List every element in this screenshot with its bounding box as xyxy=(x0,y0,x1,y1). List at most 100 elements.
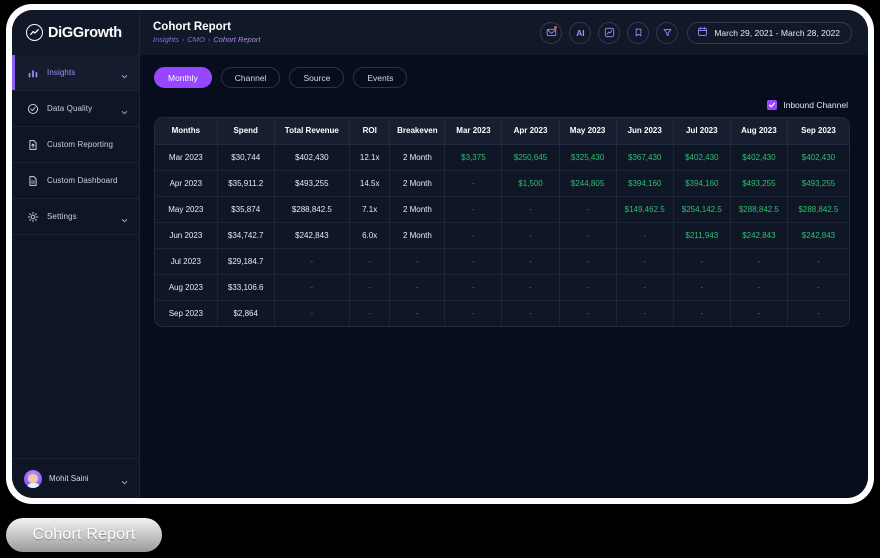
table-row: Sep 2023 $2,864- - - - - - - - - - xyxy=(155,300,849,326)
table-cell: $367,430 xyxy=(616,144,674,171)
table-cell: $402,430 xyxy=(274,144,350,171)
table-cell: - xyxy=(389,300,446,326)
table-header-row: Months Spend Total Revenue ROI Breakeven Mar … xyxy=(155,118,849,145)
table-cell: $33,106.6 xyxy=(217,274,275,301)
table-cell: Aug 2023 xyxy=(155,274,218,301)
sidebar-item-custom-reporting[interactable]: Custom Reporting xyxy=(12,127,139,163)
table-cell: $242,843 xyxy=(730,222,788,249)
table-row: Jun 2023 $34,742.7 $242,843 6.0x 2 Month - - - -… xyxy=(155,222,849,249)
tab-channel[interactable]: Channel xyxy=(220,67,281,88)
sidebar-item-settings[interactable]: Settings xyxy=(12,199,139,235)
table-cell: - xyxy=(673,300,731,326)
table-cell: - xyxy=(349,248,391,275)
table-cell: - xyxy=(730,300,788,326)
table-cell: Mar 2023 xyxy=(155,144,218,171)
table-cell: 6.0x xyxy=(349,222,391,249)
table-cell: $493,255 xyxy=(787,170,849,197)
app-window: DiGGrowth Cohort Report Insights › CMO ›… xyxy=(12,10,868,498)
table-cell: - xyxy=(616,222,674,249)
cohort-table: Months Spend Total Revenue ROI Breakeven Mar … xyxy=(155,118,849,326)
ai-icon-button[interactable]: AI xyxy=(569,21,592,44)
filter-icon-button[interactable] xyxy=(656,21,679,44)
breadcrumb-item-cohort-report: Cohort Report xyxy=(213,34,261,44)
table-cell: $402,430 xyxy=(787,144,849,171)
tab-source[interactable]: Source xyxy=(289,67,345,88)
bookmark-icon-button[interactable] xyxy=(627,21,650,44)
table-cell: - xyxy=(444,248,503,275)
brand-logo[interactable]: DiGGrowth xyxy=(12,10,140,55)
sidebar-item-insights[interactable]: Insights xyxy=(12,55,139,91)
user-profile[interactable]: Mohit Saini xyxy=(12,458,139,498)
table-cell: - xyxy=(389,248,446,275)
table-cell: $34,742.7 xyxy=(217,222,275,249)
tab-monthly[interactable]: Monthly xyxy=(154,67,212,88)
tab-events[interactable]: Events xyxy=(353,67,408,88)
table-cell: Apr 2023 xyxy=(155,170,218,197)
table-cell: Jun 2023 xyxy=(155,222,218,249)
table-cell: $35,874 xyxy=(217,196,275,223)
table-cell: Jul 2023 xyxy=(155,248,218,275)
checkbox-icon[interactable] xyxy=(767,100,778,110)
table-cell: - xyxy=(616,248,674,275)
chevron-down-icon xyxy=(120,212,129,223)
table-cell: $250,645 xyxy=(501,144,560,171)
app-window-shell: DiGGrowth Cohort Report Insights › CMO ›… xyxy=(6,4,874,504)
sidebar-item-custom-dashboard[interactable]: Custom Dashboard xyxy=(12,163,139,199)
table-row: May 2023 $35,874 $288,842.5 7.1x 2 Month - - - $… xyxy=(155,196,849,223)
breadcrumb-item-insights[interactable]: Insights xyxy=(153,34,179,46)
table-column-header: Jun 2023 xyxy=(616,118,674,145)
table-cell: - xyxy=(501,300,560,326)
sidebar-item-data-quality[interactable]: Data Quality xyxy=(12,91,139,127)
notification-badge-dot xyxy=(554,25,558,29)
bar-chart-icon xyxy=(26,66,39,79)
inbound-channel-toggle[interactable]: Inbound Channel xyxy=(767,100,848,110)
trend-chart-icon-button[interactable] xyxy=(598,21,621,44)
tab-label: Channel xyxy=(234,72,267,83)
table-cell: - xyxy=(559,300,617,326)
table-column-header: May 2023 xyxy=(559,118,617,145)
breadcrumb-item-cmo[interactable]: CMO xyxy=(187,34,205,46)
tab-label: Events xyxy=(367,72,394,83)
table-cell: - xyxy=(501,248,560,275)
table-column-header: Aug 2023 xyxy=(730,118,788,145)
brand-name: DiGGrowth xyxy=(48,24,122,41)
view-tabs: Monthly Channel Source Events xyxy=(154,67,850,88)
sidebar-item-label: Settings xyxy=(47,212,77,221)
table-column-header: ROI xyxy=(349,118,391,145)
table-cell: - xyxy=(787,300,849,326)
table-cell: $211,943 xyxy=(673,222,731,249)
file-upload-icon xyxy=(26,138,39,151)
table-cell: - xyxy=(673,274,731,301)
table-cell: - xyxy=(730,274,788,301)
table-cell: 2 Month xyxy=(389,222,446,249)
legend-row: Inbound Channel xyxy=(154,100,850,110)
table-cell: - xyxy=(616,274,674,301)
table-cell: - xyxy=(559,274,617,301)
table-cell: $288,842.5 xyxy=(787,196,849,223)
file-icon xyxy=(26,174,39,187)
breadcrumb: Insights › CMO › Cohort Report xyxy=(153,34,540,46)
user-name: Mohit Saini xyxy=(49,474,89,483)
date-range-picker[interactable]: March 29, 2021 - March 28, 2022 xyxy=(687,21,852,44)
table-row: Jul 2023 $29,184.7- - - - - - - - - - xyxy=(155,248,849,275)
sidebar-item-label: Custom Dashboard xyxy=(47,176,118,185)
table-cell: - xyxy=(274,274,350,301)
mail-icon-button[interactable] xyxy=(540,21,563,44)
check-circle-icon xyxy=(26,102,39,115)
table-cell: - xyxy=(444,196,503,223)
caption-badge: Cohort Report xyxy=(6,518,162,552)
table-cell: - xyxy=(349,300,391,326)
calendar-icon xyxy=(697,24,708,42)
table-cell: Sep 2023 xyxy=(155,300,218,326)
table-cell: $493,255 xyxy=(730,170,788,197)
table-column-header: Breakeven xyxy=(389,118,446,145)
breadcrumb-separator-2: › xyxy=(207,34,211,44)
table-cell: 2 Month xyxy=(389,196,446,223)
table-cell: May 2023 xyxy=(155,196,218,223)
table-head: Months Spend Total Revenue ROI Breakeven Mar … xyxy=(155,118,849,145)
table-cell: $325,430 xyxy=(559,144,617,171)
table-cell: $394,160 xyxy=(673,170,731,197)
ai-label: AI xyxy=(576,27,585,38)
table-cell: $288,842.5 xyxy=(274,196,350,223)
chevron-down-icon[interactable] xyxy=(120,474,129,485)
